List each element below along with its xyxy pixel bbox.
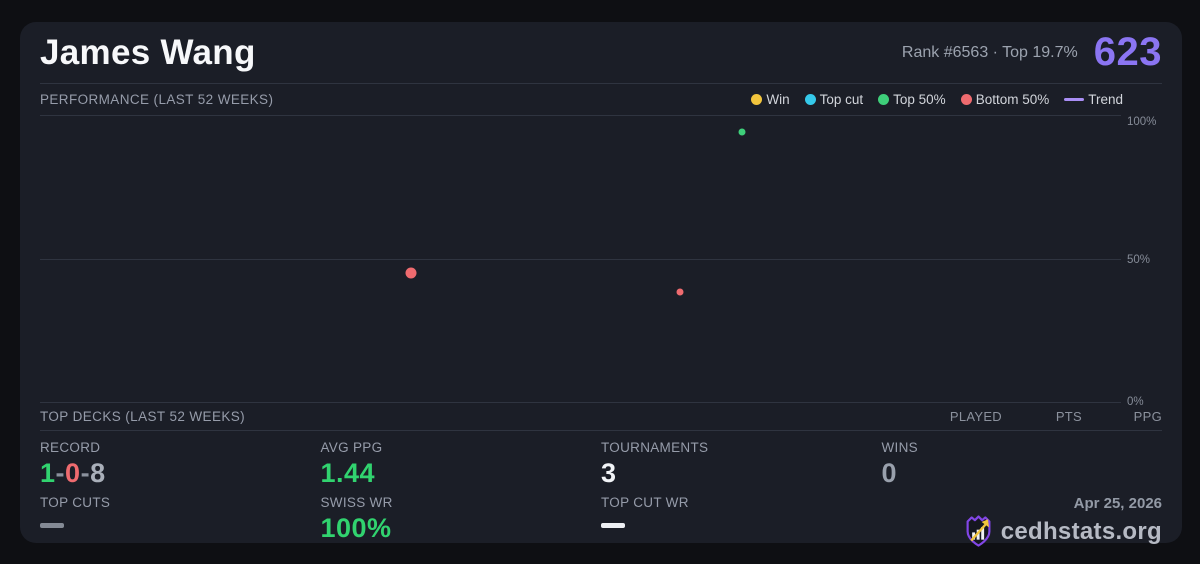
record-part: 8 — [90, 458, 106, 488]
stat-record: RECORD 1-0-8 — [40, 440, 321, 489]
top-cut-wr-empty-value — [601, 523, 625, 528]
gridline-0 — [40, 402, 1121, 403]
wins-value: 0 — [881, 458, 898, 488]
stat-label: RECORD — [40, 440, 101, 455]
top-cuts-empty-value — [40, 523, 64, 528]
stat-swiss-wr: SWISS WR 100% — [321, 495, 602, 548]
legend-label: Win — [766, 92, 790, 107]
record-part: - — [55, 458, 66, 488]
tournaments-value: 3 — [601, 458, 617, 488]
date-label: Apr 25, 2026 — [1073, 495, 1162, 512]
avg-ppg-value: 1.44 — [320, 458, 376, 488]
legend-item-win[interactable]: Win — [751, 92, 790, 107]
y-tick-100: 100% — [1127, 116, 1157, 128]
performance-header: PERFORMANCE (LAST 52 WEEKS) Win Top cut To… — [40, 84, 1162, 115]
stat-tournaments: TOURNAMENTS 3 — [601, 440, 882, 489]
deck-column-played: PLAYED — [949, 409, 1002, 424]
rank-summary: Rank #6563 · Top 19.7% 623 — [902, 30, 1162, 75]
legend-item-bottom-50[interactable]: Bottom 50% — [960, 92, 1050, 107]
y-tick-0: 0% — [1127, 396, 1144, 408]
page-title: James Wang — [40, 32, 256, 72]
swiss-wr-value: 100% — [320, 513, 392, 543]
rank-text: Rank #6563 · Top 19.7% — [901, 43, 1078, 61]
stat-label: TOURNAMENTS — [601, 440, 709, 455]
stat-label: SWISS WR — [320, 495, 393, 510]
brand[interactable]: cedhstats.org — [882, 515, 1163, 548]
legend-item-top-cut[interactable]: Top cut — [804, 92, 864, 107]
stat-wins: WINS 0 — [882, 440, 1163, 489]
record-part: - — [80, 458, 91, 488]
data-point-top-50 — [738, 128, 746, 136]
legend-label: Top cut — [819, 92, 864, 107]
deck-table-columns: PLAYED PTS PPG — [922, 409, 1162, 424]
deck-column-pts: PTS — [1055, 409, 1082, 424]
trend-line-swatch-icon — [1064, 98, 1085, 101]
data-point-bottom-50 — [405, 267, 417, 279]
stat-label: WINS — [881, 440, 918, 455]
legend-label: Bottom 50% — [975, 92, 1050, 107]
stats-grid: RECORD 1-0-8 AVG PPG 1.44 TOURNAMENTS 3 … — [40, 431, 1162, 548]
legend-item-trend[interactable]: Trend — [1064, 92, 1123, 107]
chart-legend: Win Top cut Top 50% Bottom 50% Trend — [751, 92, 1123, 107]
deck-column-ppg: PPG — [1133, 409, 1162, 424]
stat-top-cuts: TOP CUTS — [40, 495, 321, 548]
score-value: 623 — [1093, 30, 1162, 74]
card-header: James Wang Rank #6563 · Top 19.7% 623 — [40, 22, 1162, 84]
legend-dot-icon — [804, 94, 816, 105]
record-part: 1 — [40, 458, 56, 488]
y-axis: 100% 50% 0% — [1121, 115, 1162, 408]
top-decks-header: TOP DECKS (LAST 52 WEEKS) PLAYED PTS PPG — [40, 403, 1162, 431]
scatter-plot — [40, 115, 1121, 403]
cedhstats-shield-logo-icon — [964, 515, 993, 548]
record-part: 0 — [65, 458, 81, 488]
stat-avg-ppg: AVG PPG 1.44 — [321, 440, 602, 489]
legend-dot-icon — [751, 94, 763, 105]
stat-label: TOP CUT WR — [601, 495, 689, 510]
stat-label: TOP CUTS — [40, 495, 111, 510]
player-stats-card: James Wang Rank #6563 · Top 19.7% 623 PE… — [20, 22, 1182, 547]
legend-dot-icon — [960, 94, 972, 105]
legend-label: Top 50% — [893, 92, 946, 107]
stat-label: AVG PPG — [320, 440, 383, 455]
gridline-50 — [40, 259, 1121, 260]
brand-name: cedhstats.org — [1000, 517, 1162, 545]
record-value: 1-0-8 — [40, 458, 321, 489]
legend-item-top-50[interactable]: Top 50% — [878, 92, 946, 107]
card-footer: Apr 25, 2026 cedhstats.org — [882, 495, 1163, 548]
top-decks-title: TOP DECKS (LAST 52 WEEKS) — [40, 409, 246, 424]
stat-top-cut-wr: TOP CUT WR — [601, 495, 882, 548]
y-tick-50: 50% — [1127, 254, 1151, 266]
legend-label: Trend — [1088, 92, 1123, 107]
performance-title: PERFORMANCE (LAST 52 WEEKS) — [40, 92, 274, 107]
data-point-bottom-50 — [676, 288, 684, 296]
performance-chart: 100% 50% 0% — [40, 115, 1162, 408]
gridline-100 — [40, 115, 1121, 116]
legend-dot-icon — [878, 94, 890, 105]
